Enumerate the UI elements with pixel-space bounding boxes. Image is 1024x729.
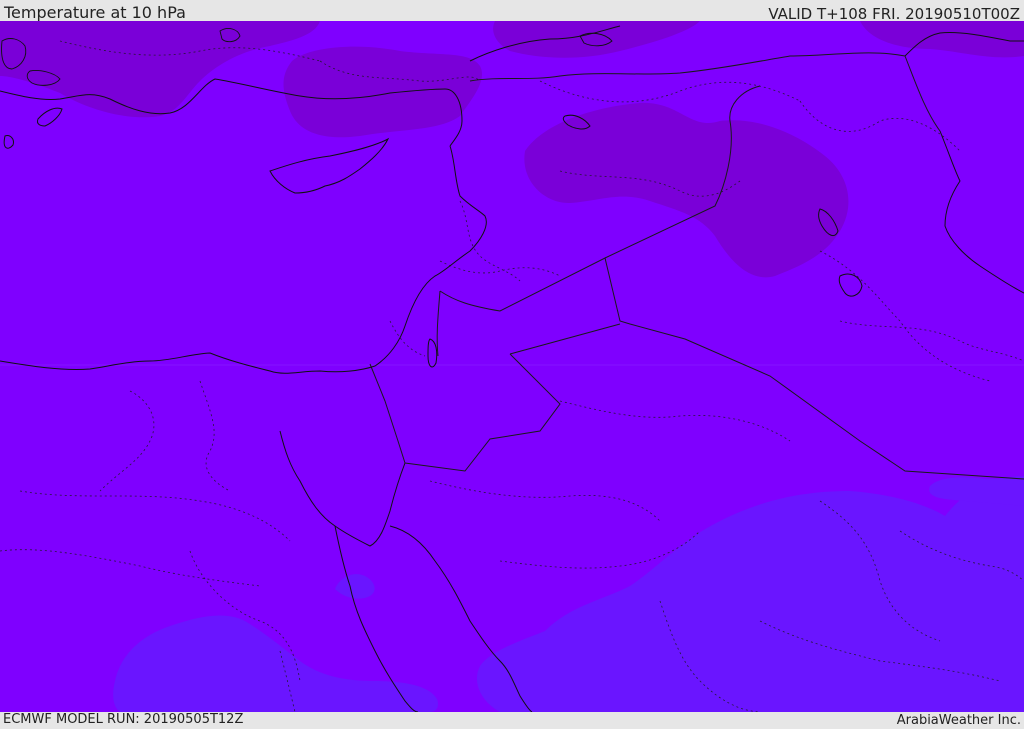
header-bar: Temperature at 10 hPa VALID T+108 FRI. 2… bbox=[0, 0, 1024, 23]
map-svg bbox=[0, 21, 1024, 712]
map-title: Temperature at 10 hPa bbox=[4, 3, 186, 22]
model-run-label: ECMWF MODEL RUN: 20190505T12Z bbox=[3, 712, 244, 727]
brand-label: ArabiaWeather Inc. bbox=[896, 713, 1021, 728]
footer-bar: ECMWF MODEL RUN: 20190505T12Z ArabiaWeat… bbox=[0, 712, 1024, 729]
map-canvas[interactable] bbox=[0, 21, 1024, 712]
